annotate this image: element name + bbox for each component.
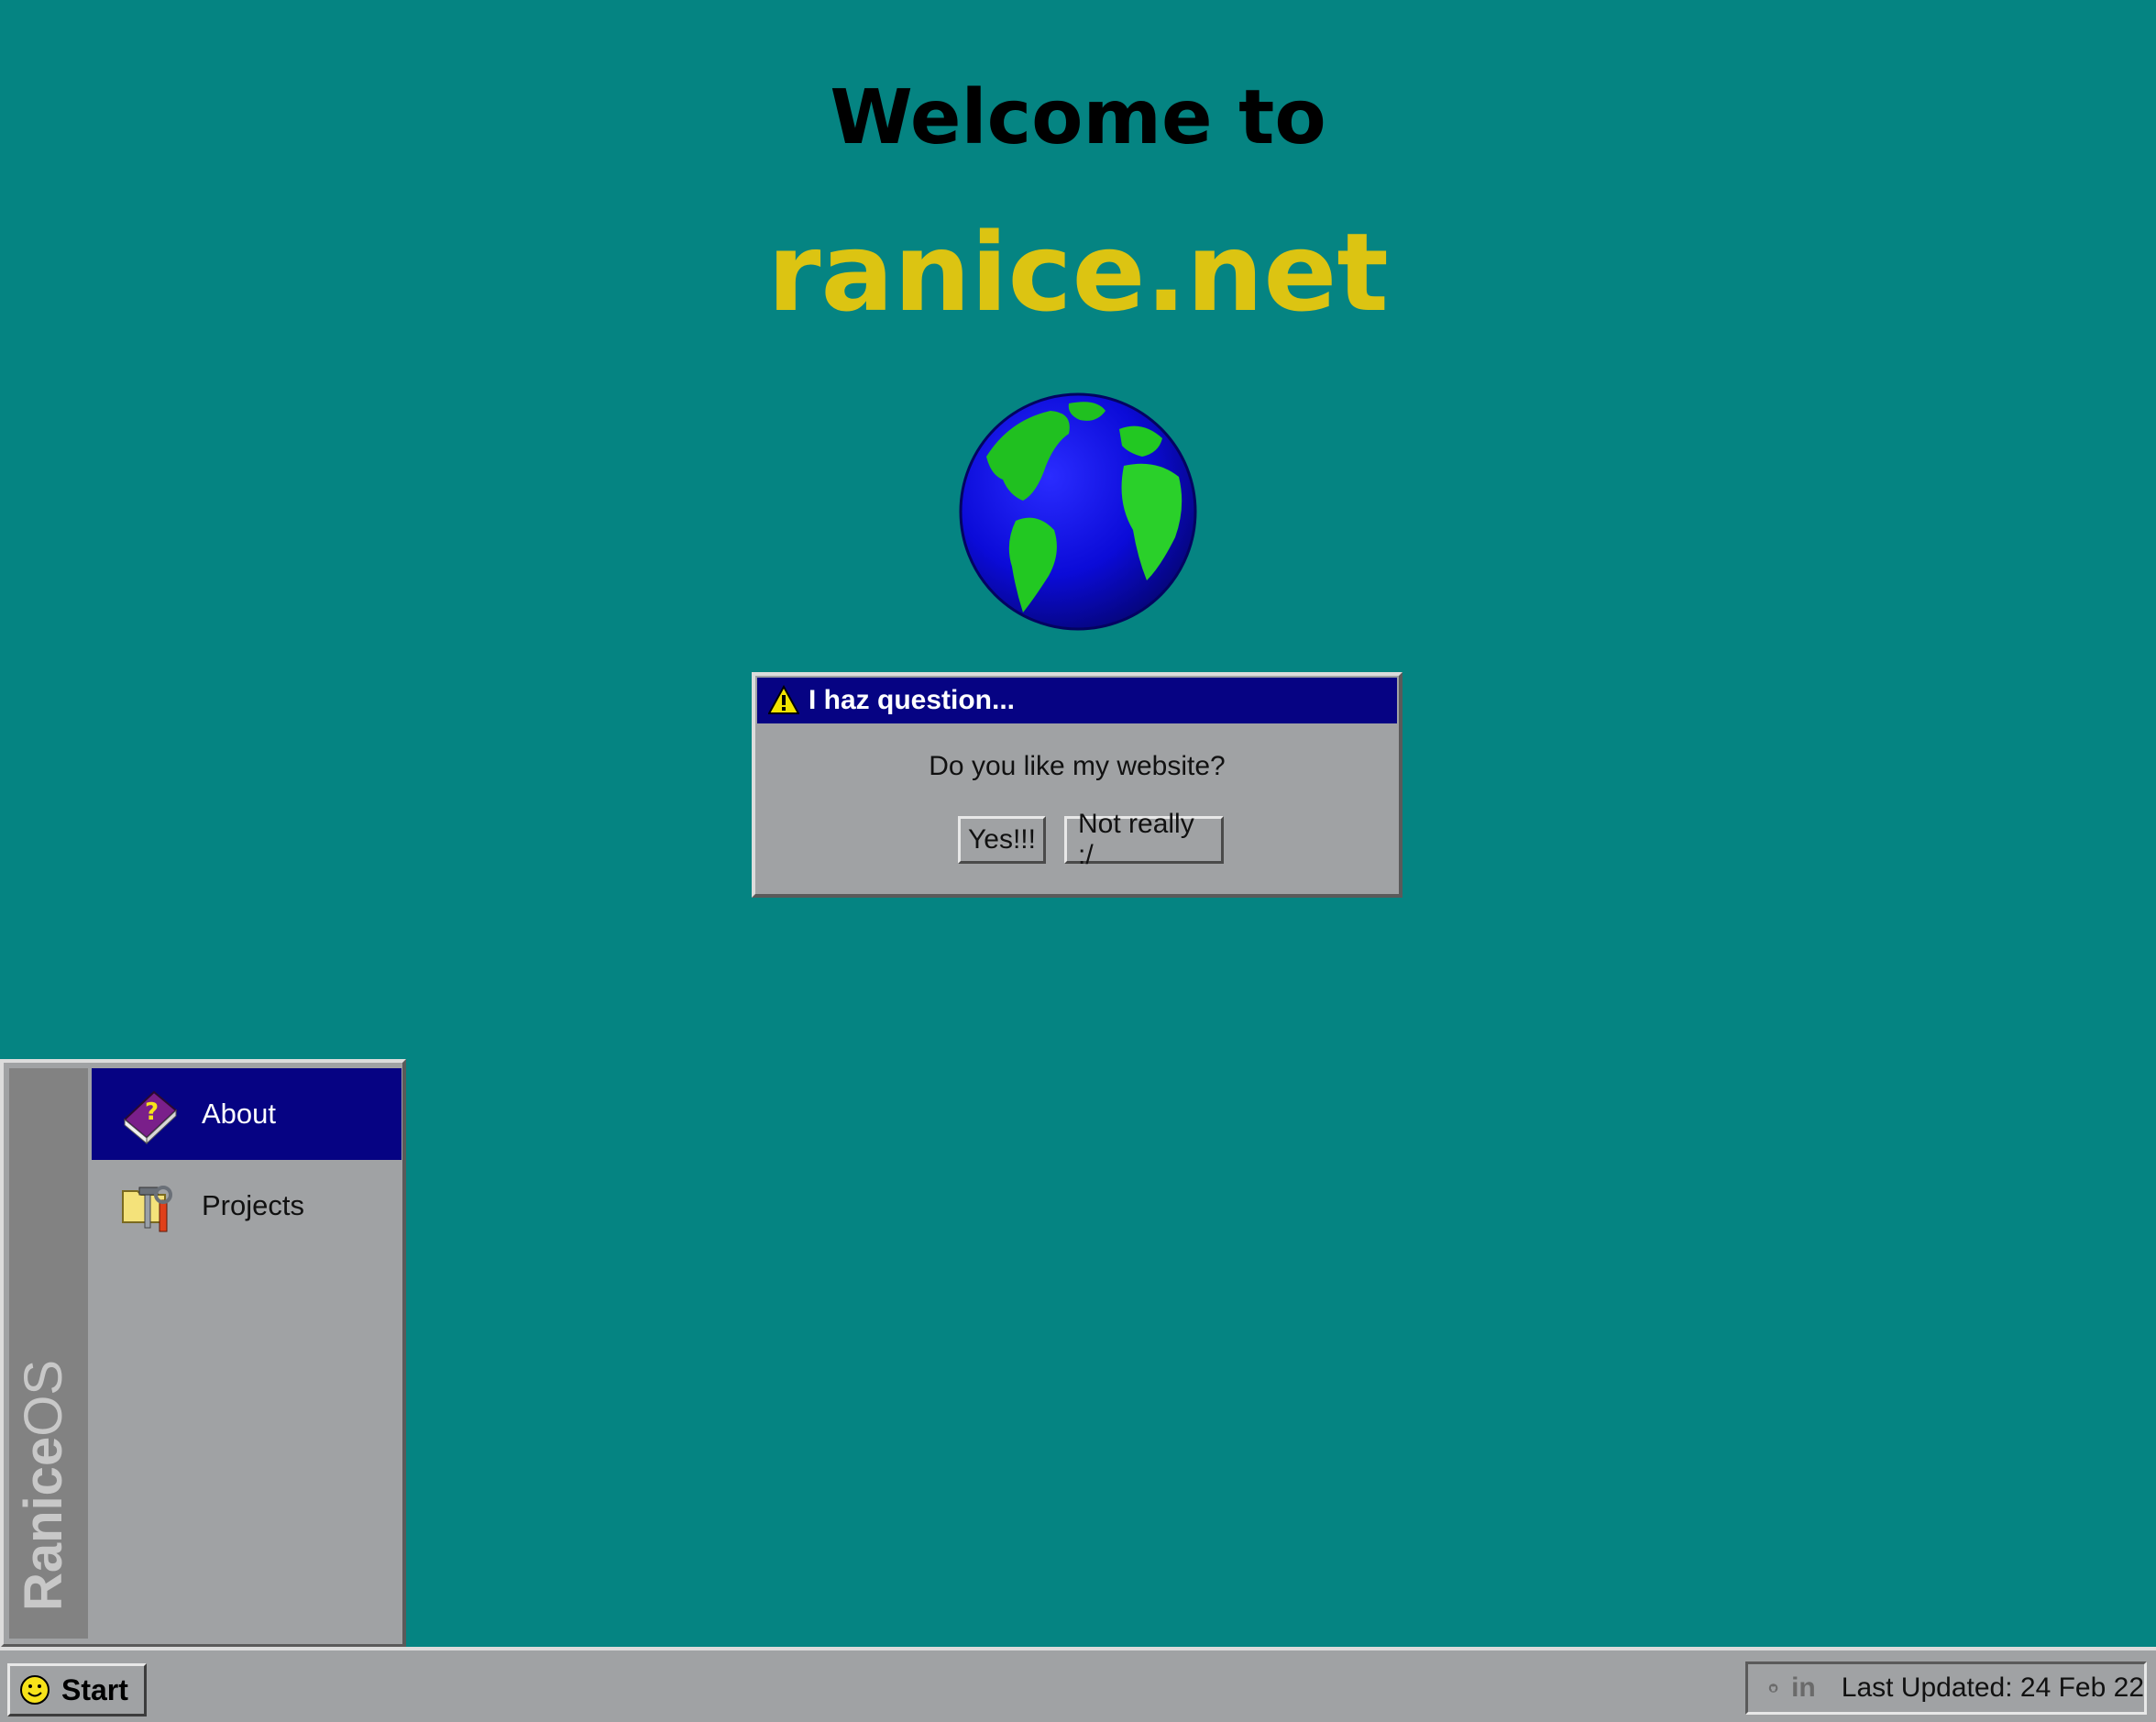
start-menu: RaniceOS ? About Projects [0,1059,406,1648]
github-icon[interactable] [1768,1674,1778,1702]
yes-button[interactable]: Yes!!! [958,816,1046,864]
brand-logo: RaniceOS [9,1318,88,1611]
menu-item-label: About [202,1098,277,1130]
start-menu-sidebar: RaniceOS [9,1068,88,1639]
system-tray: in Last Updated: 24 Feb 22 [1745,1661,2147,1715]
smiley-icon [20,1675,50,1705]
dialog-titlebar[interactable]: I haz question... [757,678,1397,723]
question-dialog: I haz question... Do you like my website… [752,672,1402,898]
warning-icon [768,685,799,714]
taskbar: Start in Last Updated: 24 Feb 22 [0,1647,2156,1722]
menu-item-about[interactable]: ? About [92,1068,402,1160]
folder-tools-icon [122,1186,172,1232]
dialog-title: I haz question... [808,685,1016,715]
desktop: Welcome to ranice.net I haz question... … [0,0,2156,1648]
start-button[interactable]: Start [7,1663,147,1716]
linkedin-icon[interactable]: in [1791,1672,1816,1704]
svg-text:?: ? [145,1098,159,1126]
help-book-icon: ? [123,1090,178,1145]
menu-item-projects[interactable]: Projects [92,1160,402,1252]
last-updated-text: Last Updated: 24 Feb 22 [1841,1672,2144,1703]
not-really-button[interactable]: Not really :/ [1064,809,1224,870]
dialog-message: Do you like my website? [929,751,1226,781]
start-label: Start [61,1672,128,1706]
brand-name: Ranice [14,1436,73,1611]
brand-suffix: OS [14,1359,73,1437]
menu-item-label: Projects [202,1189,304,1221]
globe-icon [959,392,1197,631]
dialog-buttons: Yes!!! Not really :/ [755,809,1399,870]
welcome-heading: Welcome to [830,74,1326,161]
site-name-heading: ranice.net [767,209,1389,336]
